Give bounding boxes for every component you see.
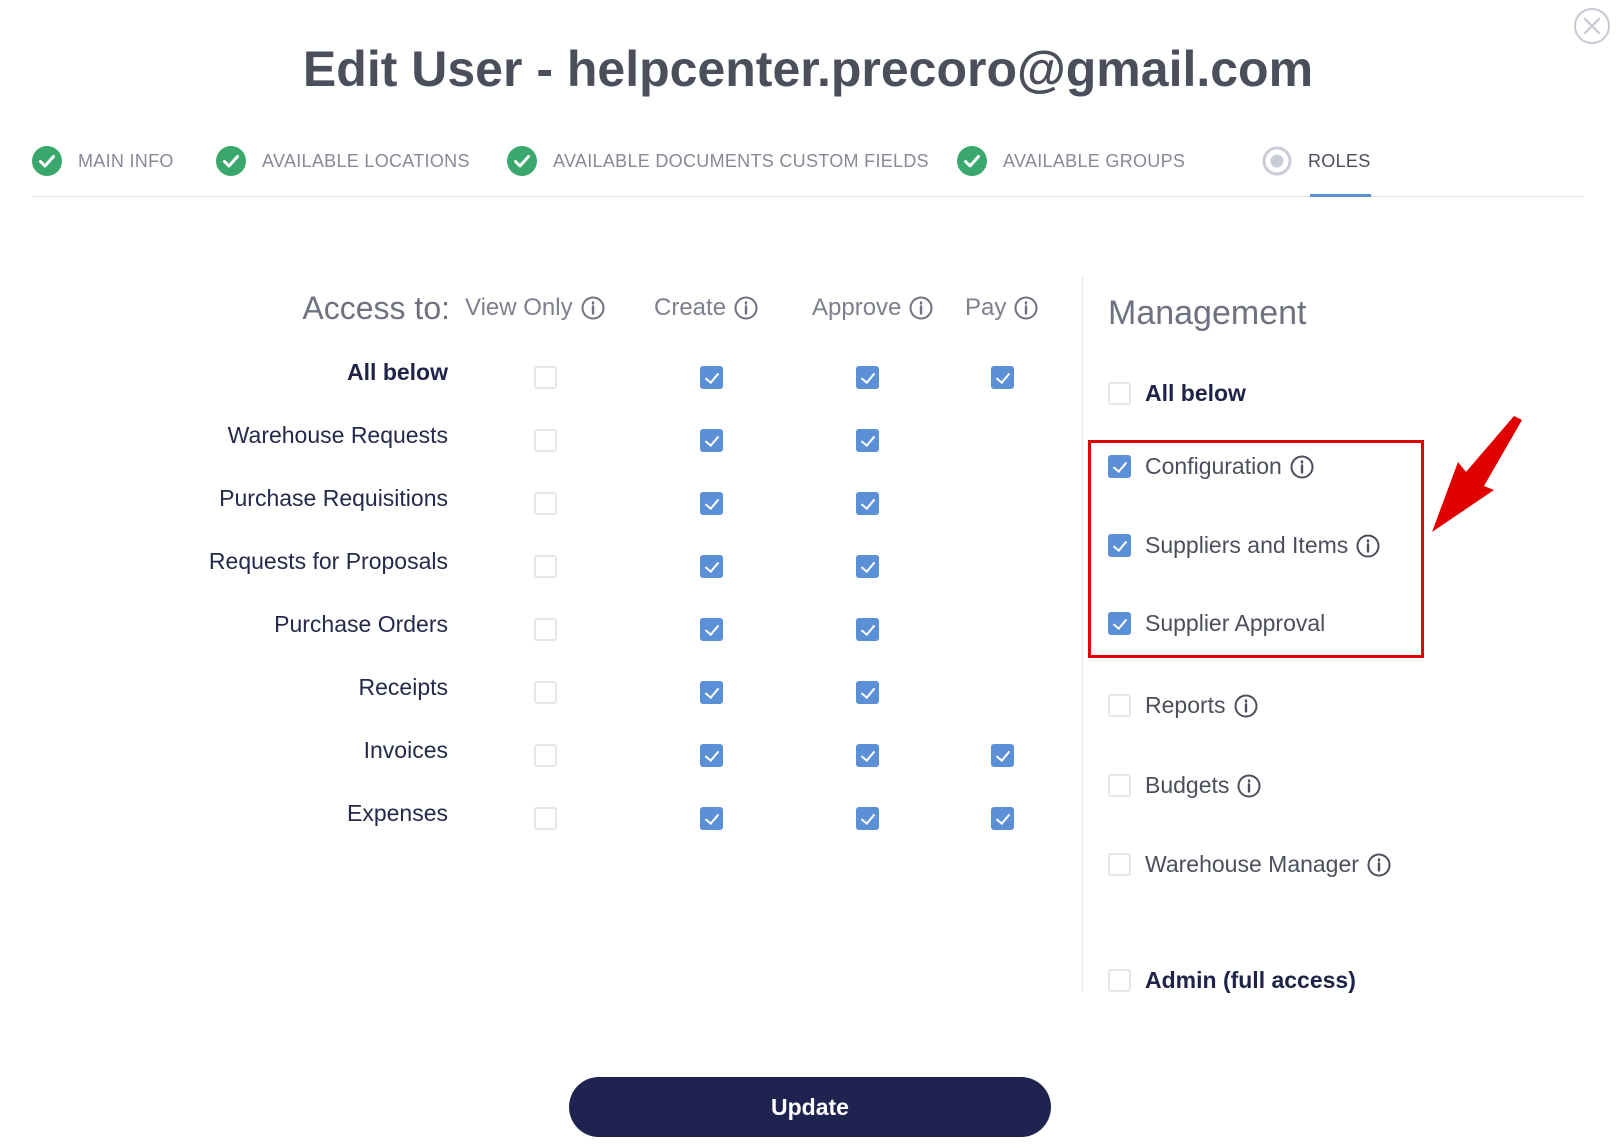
checkbox-approve[interactable]: [856, 429, 879, 452]
check-circle-icon: [216, 146, 246, 176]
update-button[interactable]: Update: [569, 1077, 1051, 1137]
tab-available-locations[interactable]: AVAILABLE LOCATIONS: [216, 140, 470, 196]
page-title: Edit User - helpcenter.precoro@gmail.com: [302, 41, 1314, 97]
checkbox-view-only[interactable]: [534, 366, 557, 389]
info-icon[interactable]: [909, 296, 933, 320]
management-item: All below: [1108, 380, 1246, 407]
info-icon[interactable]: [1014, 296, 1038, 320]
access-row-label: Receipts: [358, 674, 448, 700]
col-header-create: Create: [654, 294, 758, 322]
checkbox-view-only[interactable]: [534, 681, 557, 704]
access-row-label: Expenses: [346, 800, 448, 826]
access-row-label: Invoices: [363, 737, 448, 763]
management-checkbox[interactable]: [1108, 694, 1131, 717]
info-icon[interactable]: [1367, 853, 1391, 877]
tab-available-groups[interactable]: AVAILABLE GROUPS: [957, 140, 1185, 196]
access-row-label: Purchase Orders: [274, 611, 448, 637]
checkbox-create[interactable]: [700, 618, 723, 641]
management-title: Management: [1108, 294, 1307, 332]
checkbox-pay[interactable]: [991, 807, 1014, 830]
checkbox-view-only[interactable]: [534, 492, 557, 515]
tab-main-info[interactable]: MAIN INFO: [32, 140, 174, 196]
management-item-label: Budgets: [1145, 772, 1230, 798]
checkbox-view-only[interactable]: [534, 618, 557, 641]
info-icon[interactable]: [1234, 694, 1258, 718]
management-item: Warehouse Manager: [1108, 851, 1391, 878]
tab-label: AVAILABLE GROUPS: [1003, 151, 1186, 171]
checkbox-create[interactable]: [700, 555, 723, 578]
info-icon[interactable]: [1237, 774, 1261, 798]
col-header-approve: Approve: [812, 294, 933, 322]
checkbox-pay[interactable]: [991, 366, 1014, 389]
access-row-label: Requests for Proposals: [208, 548, 448, 574]
close-icon: [1583, 17, 1601, 35]
access-row-label: Purchase Requisitions: [219, 485, 448, 511]
management-checkbox[interactable]: [1108, 382, 1131, 405]
checkbox-view-only[interactable]: [534, 807, 557, 830]
checkbox-approve[interactable]: [856, 807, 879, 830]
check-circle-icon: [32, 146, 62, 176]
checkbox-create[interactable]: [700, 807, 723, 830]
checkbox-approve[interactable]: [856, 366, 879, 389]
col-header-view-only: View Only: [465, 294, 605, 322]
management-item-label: Warehouse Manager: [1145, 851, 1359, 877]
management-checkbox[interactable]: [1108, 969, 1131, 992]
checkbox-create[interactable]: [700, 429, 723, 452]
access-row-label: Warehouse Requests: [227, 422, 448, 448]
tab-label: MAIN INFO: [78, 151, 174, 171]
checkbox-create[interactable]: [700, 744, 723, 767]
annotation-highlight-box: [1088, 440, 1424, 658]
checkbox-view-only[interactable]: [534, 555, 557, 578]
section-divider: [1082, 276, 1083, 992]
checkbox-approve[interactable]: [856, 681, 879, 704]
info-icon[interactable]: [581, 296, 605, 320]
checkbox-approve[interactable]: [856, 618, 879, 641]
check-circle-icon: [957, 146, 987, 176]
management-item: Reports: [1108, 692, 1258, 719]
col-header-label: Approve: [812, 294, 902, 321]
management-item-label: All below: [1145, 380, 1246, 406]
management-item-label: Admin (full access): [1145, 967, 1356, 993]
tab-roles[interactable]: ROLES: [1262, 140, 1371, 197]
annotation-arrow-icon: [1432, 416, 1522, 532]
close-button[interactable]: [1574, 8, 1610, 44]
checkbox-approve[interactable]: [856, 744, 879, 767]
tab-label: ROLES: [1308, 151, 1371, 171]
checkbox-pay[interactable]: [991, 744, 1014, 767]
management-checkbox[interactable]: [1108, 774, 1131, 797]
management-item: Admin (full access): [1108, 967, 1356, 994]
checkbox-create[interactable]: [700, 366, 723, 389]
checkbox-view-only[interactable]: [534, 744, 557, 767]
radio-active-icon: [1262, 146, 1292, 176]
col-header-label: Pay: [965, 294, 1007, 321]
management-item-label: Reports: [1145, 692, 1226, 718]
management-item: Budgets: [1108, 772, 1261, 799]
checkbox-approve[interactable]: [856, 555, 879, 578]
wizard-tabs: MAIN INFO AVAILABLE LOCATIONS AVAILABLE …: [32, 140, 1584, 197]
tab-label: AVAILABLE LOCATIONS: [262, 151, 470, 171]
access-header: Access to:: [302, 290, 450, 326]
check-circle-icon: [507, 146, 537, 176]
tab-label: AVAILABLE DOCUMENTS CUSTOM FIELDS: [553, 151, 929, 171]
col-header-label: View Only: [465, 294, 573, 321]
checkbox-create[interactable]: [700, 681, 723, 704]
info-icon[interactable]: [734, 296, 758, 320]
checkbox-approve[interactable]: [856, 492, 879, 515]
col-header-label: Create: [654, 294, 727, 321]
checkbox-create[interactable]: [700, 492, 723, 515]
management-checkbox[interactable]: [1108, 853, 1131, 876]
tab-available-documents-custom-fields[interactable]: AVAILABLE DOCUMENTS CUSTOM FIELDS: [507, 140, 929, 196]
access-row-label: All below: [347, 359, 448, 385]
col-header-pay: Pay: [965, 294, 1038, 322]
checkbox-view-only[interactable]: [534, 429, 557, 452]
